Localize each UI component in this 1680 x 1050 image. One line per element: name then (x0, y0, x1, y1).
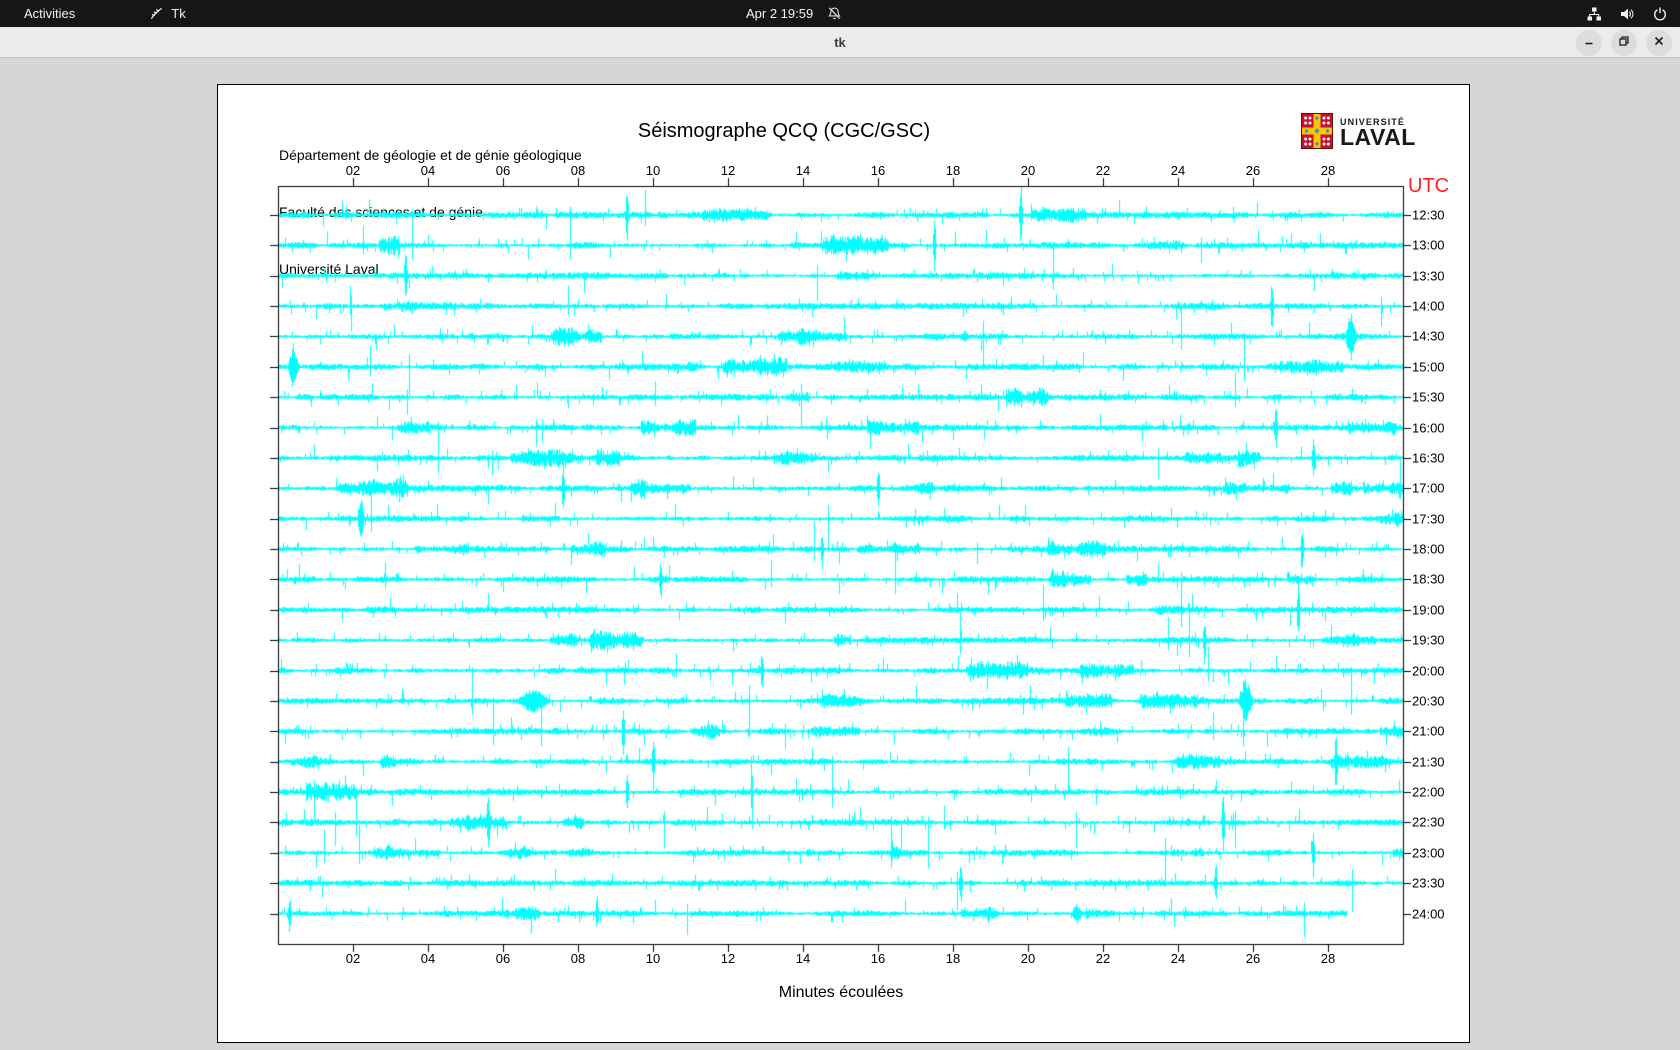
x-tick-label-top: 26 (1245, 163, 1261, 178)
x-axis-title: Minutes écoulées (778, 984, 904, 1001)
seismograph-window: Département de géologie et de génie géol… (217, 84, 1471, 1044)
x-tick-label-bottom: 20 (1020, 951, 1036, 966)
activities-label: Activities (24, 6, 76, 21)
utc-time-label: 21:00 (1412, 723, 1445, 739)
utc-time-label: 14:30 (1412, 328, 1445, 344)
maximize-button[interactable] (1611, 29, 1637, 56)
clock-label: Apr 2 19:59 (746, 6, 814, 21)
utc-time-label: 14:00 (1412, 298, 1445, 314)
utc-time-label: 12:30 (1412, 207, 1445, 223)
minimize-icon (1583, 34, 1595, 52)
utc-time-label: 15:30 (1412, 389, 1445, 405)
x-tick-label-top: 22 (1095, 163, 1111, 178)
clock-button[interactable]: Apr 2 19:59 (746, 0, 842, 27)
x-tick-label-top: 24 (1170, 163, 1186, 178)
system-status-area[interactable] (1586, 0, 1668, 27)
x-tick-label-bottom: 10 (645, 951, 661, 966)
bell-muted-icon (827, 6, 842, 21)
x-tick-label-bottom: 28 (1320, 951, 1336, 966)
utc-time-label: 19:30 (1412, 632, 1445, 648)
x-tick-label-top: 20 (1020, 163, 1036, 178)
utc-time-label: 22:30 (1412, 814, 1445, 830)
utc-time-label: 23:30 (1412, 875, 1445, 891)
x-tick-label-bottom: 18 (945, 951, 961, 966)
x-tick-label-top: 10 (645, 163, 661, 178)
utc-time-label: 18:00 (1412, 541, 1445, 557)
x-tick-label-bottom: 14 (795, 951, 811, 966)
x-tick-label-bottom: 24 (1170, 951, 1186, 966)
x-tick-label-top: 12 (720, 163, 736, 178)
utc-time-label: 20:30 (1412, 693, 1445, 709)
utc-time-label: 17:00 (1412, 480, 1445, 496)
close-button[interactable] (1646, 29, 1672, 56)
x-tick-label-top: 14 (795, 163, 811, 178)
utc-label: UTC (1408, 175, 1450, 197)
x-tick-label-bottom: 06 (495, 951, 511, 966)
x-tick-label-bottom: 22 (1095, 951, 1111, 966)
wired-network-icon (1586, 6, 1602, 22)
window-titlebar[interactable]: tk (0, 27, 1680, 58)
x-tick-label-bottom: 16 (870, 951, 886, 966)
utc-time-label: 16:30 (1412, 450, 1445, 466)
x-tick-label-top: 28 (1320, 163, 1336, 178)
utc-time-label: 18:30 (1412, 571, 1445, 587)
tk-feather-icon (149, 6, 164, 21)
x-tick-label-top: 18 (945, 163, 961, 178)
x-tick-label-bottom: 08 (570, 951, 586, 966)
utc-time-label: 15:00 (1412, 359, 1445, 375)
utc-time-label: 13:00 (1412, 237, 1445, 253)
utc-time-label: 20:00 (1412, 663, 1445, 679)
activities-button[interactable]: Activities (10, 0, 89, 27)
app-indicator[interactable]: Tk (149, 6, 186, 21)
x-tick-label-bottom: 02 (345, 951, 361, 966)
utc-time-label: 22:00 (1412, 784, 1445, 800)
seismograph-canvas (218, 85, 1471, 1044)
utc-time-label: 13:30 (1412, 268, 1445, 284)
utc-time-label: 23:00 (1412, 845, 1445, 861)
x-tick-label-bottom: 04 (420, 951, 436, 966)
utc-time-label: 21:30 (1412, 754, 1445, 770)
window-title: tk (834, 35, 846, 50)
x-tick-label-top: 08 (570, 163, 586, 178)
utc-time-label: 19:00 (1412, 602, 1445, 618)
x-tick-label-top: 06 (495, 163, 511, 178)
x-tick-label-top: 04 (420, 163, 436, 178)
close-icon (1653, 34, 1665, 52)
gnome-top-bar: Activities Tk Apr 2 19:59 (0, 0, 1680, 27)
speaker-icon (1619, 6, 1635, 22)
utc-time-label: 24:00 (1412, 906, 1445, 921)
x-tick-label-top: 16 (870, 163, 886, 178)
utc-time-label: 16:00 (1412, 420, 1445, 436)
x-tick-label-bottom: 26 (1245, 951, 1261, 966)
x-tick-label-top: 02 (345, 163, 361, 178)
app-indicator-label: Tk (171, 6, 186, 21)
minimize-button[interactable] (1576, 29, 1602, 56)
utc-time-label: 17:30 (1412, 511, 1445, 527)
x-tick-label-bottom: 12 (720, 951, 736, 966)
power-icon (1652, 6, 1668, 22)
maximize-icon (1618, 34, 1630, 52)
